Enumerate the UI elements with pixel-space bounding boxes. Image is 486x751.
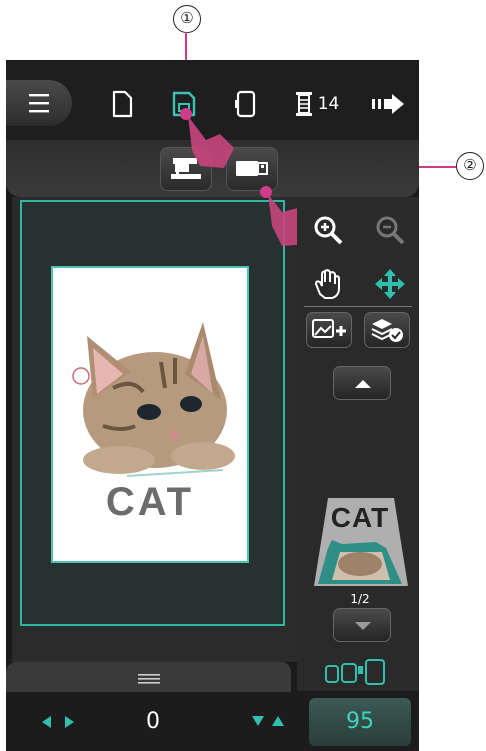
handle-grip-icon bbox=[138, 674, 160, 684]
layers-check-button[interactable] bbox=[364, 312, 410, 348]
menu-icon bbox=[29, 94, 49, 113]
zoom-out-button[interactable] bbox=[372, 212, 408, 248]
down-up-arrows-icon bbox=[252, 716, 284, 726]
thread-count-label: 14 bbox=[317, 94, 340, 114]
next-button[interactable] bbox=[368, 84, 408, 124]
add-image-button[interactable] bbox=[306, 312, 352, 348]
scroll-down-button[interactable] bbox=[333, 608, 391, 642]
side-divider bbox=[304, 306, 412, 307]
hand-pointer-icon bbox=[180, 108, 234, 168]
left-right-arrows-icon bbox=[42, 716, 74, 728]
pan-button[interactable] bbox=[310, 266, 346, 302]
hoop-sizes-icon bbox=[325, 659, 385, 685]
left-right-arrows[interactable] bbox=[38, 710, 78, 734]
next-arrow-icon bbox=[372, 94, 404, 114]
cat-embroidery-image bbox=[72, 322, 235, 477]
image-add-icon bbox=[312, 319, 346, 338]
move-arrows-icon bbox=[375, 269, 405, 299]
design-preview[interactable]: CAT bbox=[51, 266, 249, 563]
zoom-out-icon bbox=[376, 216, 405, 245]
zoom-in-icon bbox=[314, 216, 343, 245]
menu-button[interactable] bbox=[6, 80, 72, 126]
scroll-up-button[interactable] bbox=[333, 366, 391, 400]
new-file-button[interactable] bbox=[102, 84, 142, 124]
new-file-icon bbox=[112, 90, 133, 118]
design-thumbnail[interactable]: CAT bbox=[312, 492, 408, 592]
triangle-up-icon bbox=[355, 380, 371, 388]
callout-2: ② bbox=[456, 152, 484, 180]
thread-spool-icon bbox=[295, 92, 312, 116]
thread-count-button[interactable]: 14 bbox=[290, 84, 344, 124]
up-down-arrows[interactable] bbox=[248, 710, 288, 734]
move-button[interactable] bbox=[372, 266, 408, 302]
design-text: CAT bbox=[105, 480, 195, 524]
page-indicator: 1/2 bbox=[350, 592, 370, 606]
zoom-in-button[interactable] bbox=[310, 212, 346, 248]
callout-1: ① bbox=[173, 5, 201, 33]
hand-pan-icon bbox=[314, 269, 340, 299]
layers-check-icon bbox=[371, 319, 403, 342]
position-value: 0 bbox=[146, 709, 160, 734]
numeric-value-box[interactable]: 95 bbox=[309, 698, 411, 746]
thumbnail-text: CAT bbox=[330, 502, 390, 533]
hoop-size-toggle[interactable] bbox=[322, 654, 398, 688]
bottom-panel-handle[interactable] bbox=[6, 662, 291, 692]
triangle-down-icon bbox=[355, 622, 371, 630]
